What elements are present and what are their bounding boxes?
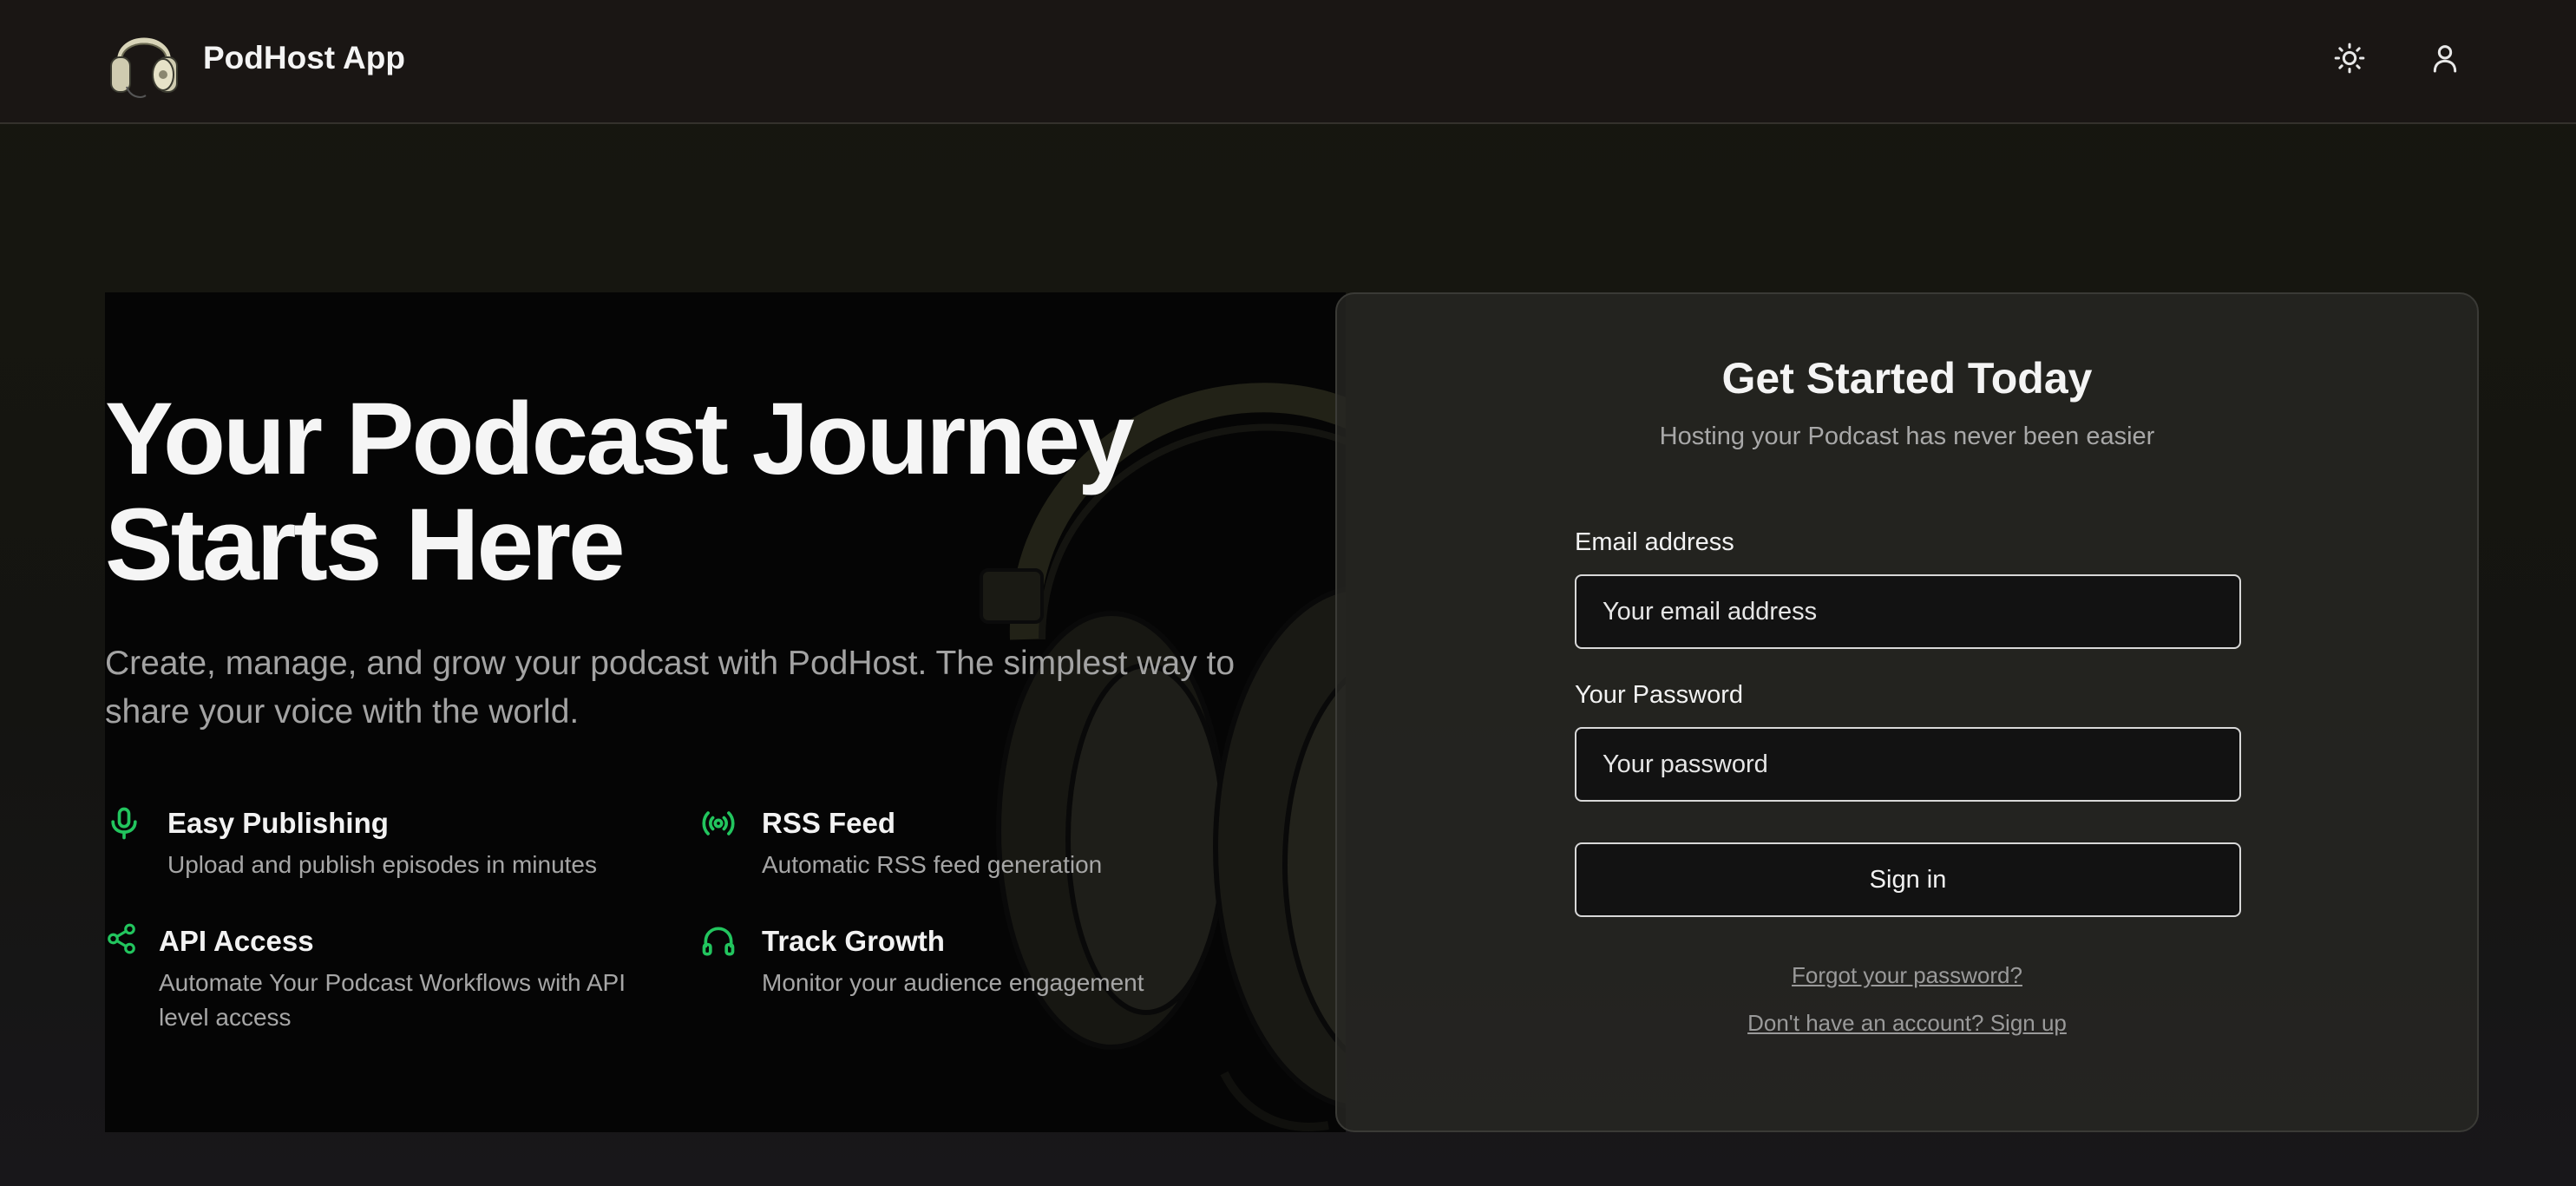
email-field[interactable] — [1575, 574, 2241, 649]
microphone-icon — [105, 804, 143, 842]
hero-subtitle-line-2: share your voice with the world. — [105, 693, 580, 731]
hero-subtitle-line-1: Create, manage, and grow your podcast wi… — [105, 645, 1236, 682]
sign-up-link[interactable]: Don't have an account? Sign up — [1337, 1010, 2477, 1037]
hero-title: Your Podcast Journey Starts Here — [105, 386, 1233, 598]
feature-title: RSS Feed — [762, 807, 896, 839]
user-icon[interactable] — [2428, 41, 2462, 75]
top-header: PodHost App — [0, 0, 2576, 124]
app-title: PodHost App — [203, 40, 405, 75]
feature-title: Easy Publishing — [167, 807, 389, 839]
signin-title: Get Started Today — [1721, 354, 2093, 403]
feature-description: Automatic RSS feed generation — [762, 851, 1103, 878]
share-icon — [105, 922, 138, 955]
feature-title: API Access — [159, 925, 314, 957]
feature-description: Monitor your audience engagement — [762, 969, 1144, 996]
hero-title-line-1: Your Podcast Journey — [105, 382, 1135, 496]
headphones-logo[interactable] — [109, 17, 179, 101]
hero-section: Your Podcast Journey Starts Here Create,… — [105, 292, 1346, 1132]
feature-description-line-1: Automate Your Podcast Workflows with API — [159, 969, 626, 996]
hero-title-line-2: Starts Here — [105, 488, 626, 602]
feature-description: Upload and publish episodes in minutes — [167, 851, 597, 878]
broadcast-icon — [699, 804, 737, 842]
feature-description-line-2: level access — [159, 1004, 292, 1031]
forgot-password-link[interactable]: Forgot your password? — [1337, 962, 2477, 989]
sign-in-button[interactable]: Sign in — [1575, 842, 2241, 917]
signin-subtitle: Hosting your Podcast has never been easi… — [1659, 423, 2155, 450]
hero-subtitle: Create, manage, and grow your podcast wi… — [105, 639, 1268, 737]
signin-card: Get Started Today Hosting your Podcast h… — [1335, 292, 2479, 1132]
feature-title: Track Growth — [762, 925, 945, 957]
feature-description: Automate Your Podcast Workflows with API… — [159, 966, 714, 1035]
headphones-icon — [699, 922, 737, 960]
password-label: Your Password — [1575, 681, 1743, 709]
password-field[interactable] — [1575, 727, 2241, 802]
sun-icon[interactable] — [2332, 41, 2367, 75]
email-label: Email address — [1575, 528, 1734, 556]
